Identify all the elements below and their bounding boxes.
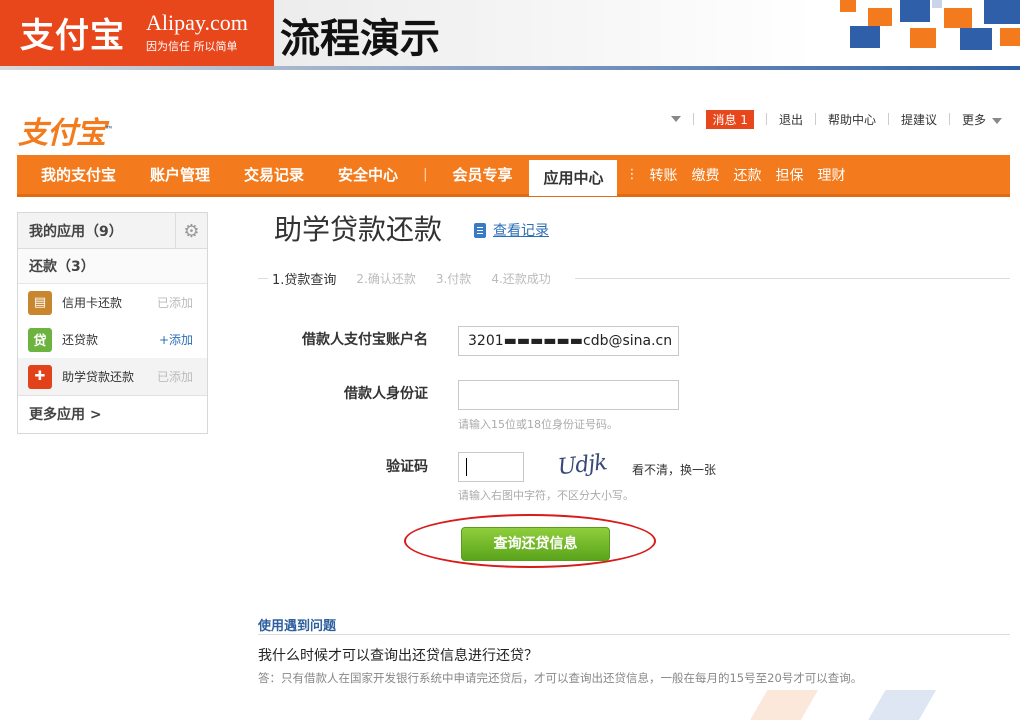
faq-answer: 答：只有借款人在国家开发银行系统中申请完还贷后，才可以查询出还贷信息，一般在每月… <box>258 671 863 685</box>
faq-divider <box>258 634 1010 635</box>
add-app-button[interactable]: +添加 <box>159 331 193 348</box>
loan-icon: 贷 <box>28 327 52 352</box>
account-label: 借款人支付宝账户名 <box>302 332 428 348</box>
step-3: 3.付款 <box>435 271 472 286</box>
step-1: 1.贷款查询 <box>272 272 337 288</box>
step-4: 4.还款成功 <box>491 271 551 286</box>
view-record-label: 查看记录 <box>493 223 549 239</box>
banner-title: 流程演示 <box>280 15 440 62</box>
banner-divider <box>0 66 1020 70</box>
captcha-hint: 请输入右图中字符，不区分大小写。 <box>458 489 634 502</box>
messages-count: 1 <box>740 112 748 127</box>
nav-separator: ⋮ <box>625 167 639 182</box>
logout-link[interactable]: 退出 <box>779 111 803 128</box>
banner-slogan: 因为信任 所以简单 <box>146 40 238 53</box>
app-sidebar: 我的应用（9） ⚙ 还款（3） ▤ 信用卡还款 已添加 贷 还贷款 +添加 ✚ … <box>17 212 208 434</box>
added-status: 已添加 <box>156 370 193 384</box>
account-field[interactable]: 3201▬▬▬▬▬▬cdb@sina.cn <box>458 326 679 356</box>
refresh-captcha-link[interactable]: 看不清，换一张 <box>632 461 716 478</box>
nav-sub-guarantee[interactable]: 担保 <box>768 165 810 185</box>
chevron-down-icon[interactable] <box>671 116 682 122</box>
step-2: 2.确认还款 <box>356 271 416 286</box>
sidebar-item-student-loan[interactable]: ✚ 助学贷款还款 已添加 <box>18 358 207 395</box>
feedback-link[interactable]: 提建议 <box>901 111 937 128</box>
sidebar-item-label: 助学贷款还款 <box>62 370 135 384</box>
nav-account[interactable]: 账户管理 <box>133 154 227 196</box>
sidebar-item-label: 信用卡还款 <box>62 296 123 310</box>
faq-question: 我什么时候才可以查询出还贷信息进行还贷？ <box>258 648 538 664</box>
logo-text: 支付宝 <box>18 116 106 151</box>
sidebar-item-loan[interactable]: 贷 还贷款 +添加 <box>18 321 207 358</box>
more-apps-link[interactable]: 更多应用 > <box>18 395 207 431</box>
captcha-label: 验证码 <box>386 459 428 475</box>
student-loan-icon: ✚ <box>28 364 52 389</box>
progress-steps: 1.贷款查询 2.确认还款 3.付款 4.还款成功 <box>258 268 1010 288</box>
presentation-banner: 支付宝 Alipay.com 因为信任 所以简单 流程演示 <box>0 0 1020 70</box>
id-card-input[interactable] <box>458 380 679 410</box>
nav-separator: | <box>423 167 428 182</box>
background-decor <box>700 690 1020 720</box>
text-cursor <box>466 458 467 476</box>
my-apps-header[interactable]: 我的应用（9） ⚙ <box>18 213 207 249</box>
chevron-down-icon <box>992 117 1002 124</box>
captcha-input[interactable] <box>458 452 524 482</box>
gear-icon[interactable]: ⚙ <box>175 213 207 249</box>
banner-decor-blocks <box>820 0 1020 50</box>
added-status: 已添加 <box>156 296 193 310</box>
nav-my-alipay[interactable]: 我的支付宝 <box>17 154 133 196</box>
sidebar-item-label: 还贷款 <box>62 333 99 347</box>
top-links: 消息 1 退出 帮助中心 提建议 更多 <box>665 108 1002 130</box>
banner-alipay-logo: 支付宝 Alipay.com 因为信任 所以简单 <box>0 0 274 66</box>
page-title: 助学贷款还款 <box>274 213 443 246</box>
nav-membership[interactable]: 会员专享 <box>435 154 529 196</box>
help-center-link[interactable]: 帮助中心 <box>828 111 876 128</box>
banner-logo-cn: 支付宝 <box>20 16 125 56</box>
banner-logo-en: Alipay.com <box>146 10 248 35</box>
nav-sub-finance[interactable]: 理财 <box>810 165 852 185</box>
document-icon <box>474 222 486 238</box>
nav-sub-transfer[interactable]: 转账 <box>642 165 684 185</box>
captcha-image[interactable]: Udjk <box>557 449 622 485</box>
credit-card-icon: ▤ <box>28 290 52 315</box>
id-card-hint: 请输入15位或18位身份证号码。 <box>458 418 618 431</box>
more-menu[interactable]: 更多 <box>962 111 1002 128</box>
sidebar-item-credit-card[interactable]: ▤ 信用卡还款 已添加 <box>18 284 207 321</box>
repay-group-header[interactable]: 还款（3） <box>18 249 207 284</box>
id-card-label: 借款人身份证 <box>344 386 428 402</box>
nav-sub-payment[interactable]: 缴费 <box>684 165 726 185</box>
nav-sub-repay[interactable]: 还款 <box>726 165 768 185</box>
view-record-link[interactable]: 查看记录 <box>474 220 549 240</box>
query-repayment-button[interactable]: 查询还贷信息 <box>461 527 610 561</box>
my-apps-label: 我的应用（9） <box>29 223 123 240</box>
main-nav: 我的支付宝 账户管理 交易记录 安全中心 | 会员专享 应用中心 ⋮ 转账 缴费… <box>17 155 1010 197</box>
nav-security[interactable]: 安全中心 <box>321 154 415 196</box>
messages-button[interactable]: 消息 1 <box>706 109 754 129</box>
alipay-logo[interactable]: 支付宝™ <box>18 108 113 152</box>
nav-app-center[interactable]: 应用中心 <box>529 159 618 196</box>
nav-transactions[interactable]: 交易记录 <box>227 154 321 196</box>
faq-title: 使用遇到问题 <box>258 619 337 634</box>
